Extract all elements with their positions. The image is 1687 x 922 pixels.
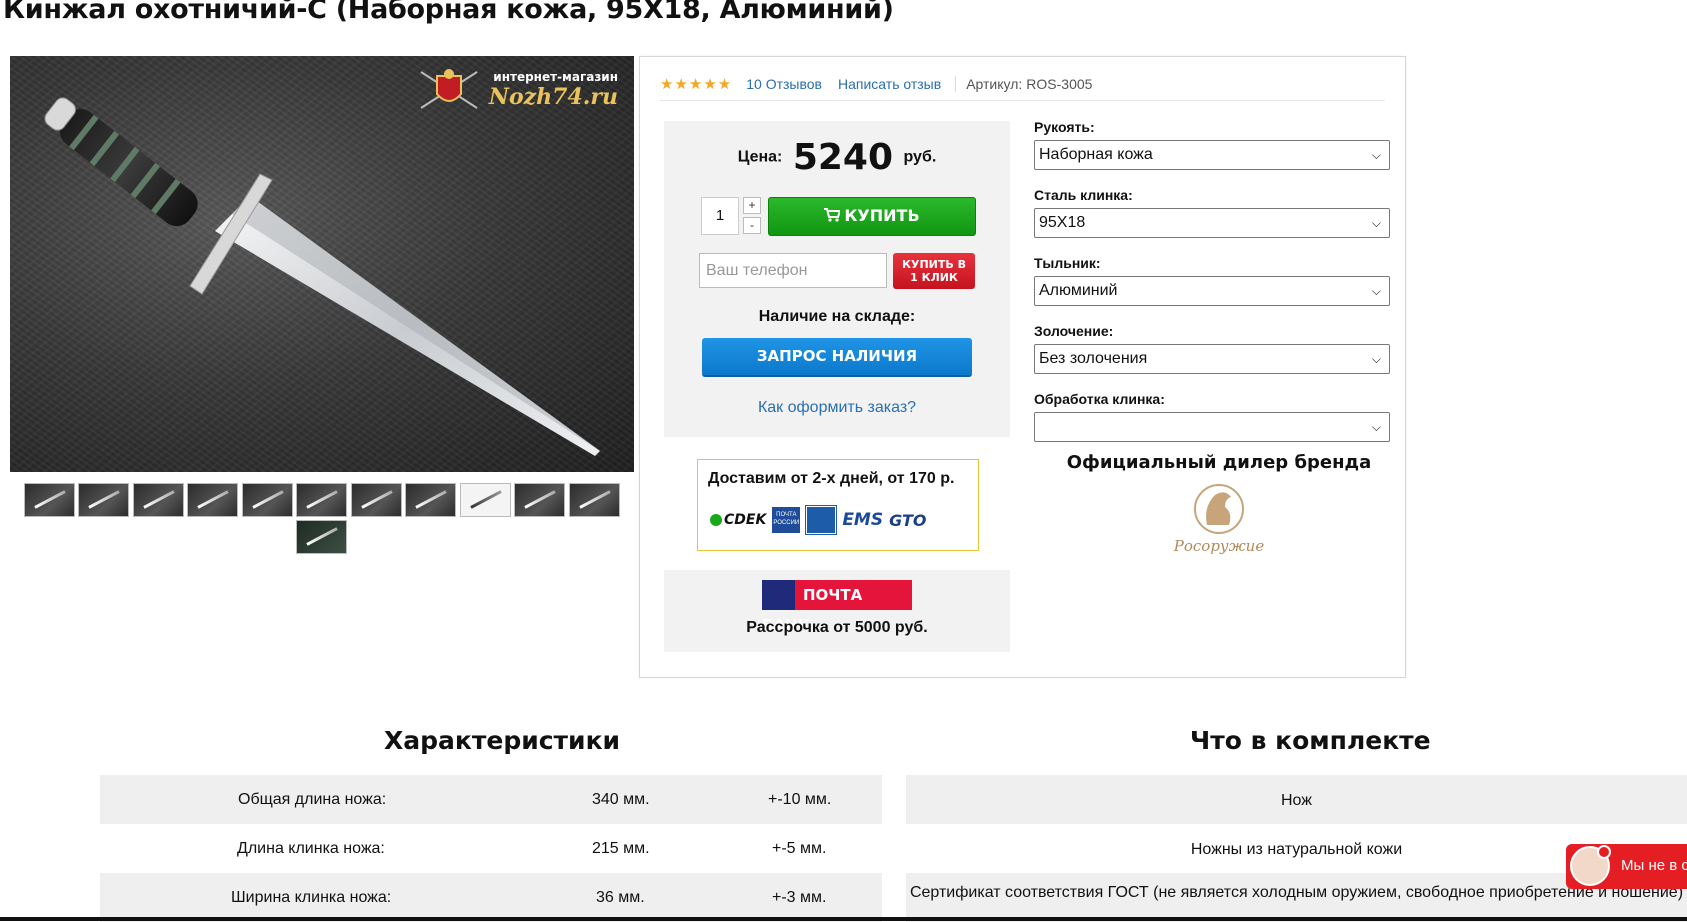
thumbnail[interactable] <box>351 483 402 517</box>
one-click-label-line2: 1 КЛИК <box>910 271 958 284</box>
dealer-title: Официальный дилер бренда <box>1066 452 1372 473</box>
thumbnail[interactable] <box>460 483 511 517</box>
table-row: Общая длина ножа: 340 мм. +-10 мм. <box>100 775 882 824</box>
delivery-box: Доставим от 2-х дней, от 170 р. CDEK ПОЧ… <box>697 459 979 551</box>
thumbnail[interactable] <box>78 483 129 517</box>
buy-button[interactable]: КУПИТЬ <box>768 197 976 236</box>
thumbnail[interactable] <box>296 520 347 554</box>
thumbnail[interactable] <box>569 483 620 517</box>
write-review-link[interactable]: Написать отзыв <box>838 76 941 92</box>
chevron-down-icon: ⌵ <box>1371 420 1381 434</box>
installment-text: Рассрочка от 5000 руб. <box>746 619 928 636</box>
option-label-gilding: Золочение: <box>1034 323 1114 339</box>
table-row: Длина клинка ножа: 215 мм. +-5 мм. <box>100 824 882 873</box>
brand-logo[interactable]: Росоружие <box>1159 477 1279 557</box>
thumbnail[interactable] <box>24 483 75 517</box>
gilding-select[interactable]: Без золочения ⌵ <box>1034 344 1390 374</box>
table-row: Нож <box>906 775 1687 824</box>
stock-label: Наличие на складе: <box>758 308 916 325</box>
quantity-input[interactable]: 1 <box>701 197 739 235</box>
price-label: Цена: <box>737 148 783 166</box>
operator-avatar <box>1570 845 1611 886</box>
product-main-image[interactable]: интернет-магазин Nozh74.ru <box>10 56 634 472</box>
bank-emblem-icon <box>762 580 795 610</box>
one-click-label-line1: КУПИТЬ В <box>902 258 966 271</box>
steel-select[interactable]: 95Х18 ⌵ <box>1034 208 1390 238</box>
specs-table: Общая длина ножа: 340 мм. +-10 мм. Длина… <box>100 775 882 922</box>
chevron-down-icon: ⌵ <box>1371 216 1381 230</box>
spec-name: Длина клинка ножа: <box>237 840 385 857</box>
chat-widget[interactable]: Мы не в с <box>1566 844 1687 889</box>
blade-finish-select[interactable]: ⌵ <box>1034 412 1390 442</box>
chevron-down-icon: ⌵ <box>1371 352 1381 366</box>
shield-emblem-icon <box>420 69 478 109</box>
thumbnail[interactable] <box>296 483 347 517</box>
option-label-pommel: Тыльник: <box>1034 255 1101 271</box>
carrier-logos: CDEK ПОЧТА РОССИИ EMS GTO <box>710 505 927 535</box>
phone-input[interactable]: Ваш телефон <box>699 253 887 288</box>
spec-tolerance: +-10 мм. <box>768 791 832 808</box>
pochta-bank-logo[interactable]: ПОЧТА БАНК <box>762 580 912 634</box>
divider <box>660 100 1385 101</box>
shop-logo: интернет-магазин Nozh74.ru <box>420 69 618 110</box>
cart-icon <box>824 208 842 222</box>
bottom-border <box>0 917 1687 921</box>
logo-name: Nozh74.ru <box>488 84 618 110</box>
sku-value: ROS-3005 <box>1026 76 1093 92</box>
gto-logo: GTO <box>889 510 927 530</box>
brand-name: Росоружие <box>1173 537 1265 555</box>
spec-tolerance: +-5 мм. <box>772 840 827 857</box>
thumbnail[interactable] <box>133 483 184 517</box>
request-availability-button[interactable]: ЗАПРОС НАЛИЧИЯ <box>702 338 972 375</box>
star-rating-icon: ★★★★★ <box>660 76 733 93</box>
price-row: Цена: 5240 руб. <box>664 137 1010 178</box>
spec-value: 340 мм. <box>592 791 650 808</box>
option-label-handle: Рукоять: <box>1034 119 1095 135</box>
specs-title: Характеристики <box>384 726 621 755</box>
cdek-logo: CDEK <box>710 512 766 528</box>
ems-logo: EMS <box>842 510 884 530</box>
chevron-down-icon: ⌵ <box>1371 284 1381 298</box>
installment-box: ПОЧТА БАНК Рассрочка от 5000 руб. <box>664 570 1010 652</box>
quantity-increment-button[interactable]: + <box>743 197 761 214</box>
price-currency: руб. <box>903 148 937 166</box>
buy-label: КУПИТЬ <box>844 206 920 225</box>
thumbnail[interactable] <box>405 483 456 517</box>
product-options: Рукоять: Наборная кожа ⌵ Сталь клинка: 95… <box>1034 119 1390 459</box>
price-value: 5240 <box>792 137 894 178</box>
chat-label: Мы не в с <box>1621 857 1687 874</box>
price-box: Цена: 5240 руб. 1 + - КУПИТЬ Ваш телефон… <box>664 121 1010 437</box>
chevron-down-icon: ⌵ <box>1371 148 1381 162</box>
kit-title: Что в комплекте <box>1190 726 1431 755</box>
rating-row: ★★★★★ 10 Отзывов Написать отзыв Артикул:… <box>660 73 1092 95</box>
page-title: Кинжал охотничий-С (Наборная кожа, 95Х18… <box>3 0 894 25</box>
product-card: ★★★★★ 10 Отзывов Написать отзыв Артикул:… <box>639 56 1406 678</box>
thumbnail[interactable] <box>242 483 293 517</box>
official-dealer: Официальный дилер бренда Росоружие <box>1034 452 1404 557</box>
spec-value: 36 мм. <box>596 889 645 906</box>
divider <box>955 76 957 92</box>
kit-item: Нож <box>1281 792 1312 809</box>
thumbnail[interactable] <box>514 483 565 517</box>
spec-name: Ширина клинка ножа: <box>231 889 392 906</box>
russian-post-logo: ПОЧТА РОССИИ <box>772 507 801 533</box>
handle-select[interactable]: Наборная кожа ⌵ <box>1034 140 1390 170</box>
spec-name: Общая длина ножа: <box>238 791 387 808</box>
spec-tolerance: +-3 мм. <box>772 889 827 906</box>
one-click-buy-button[interactable]: КУПИТЬ В 1 КЛИК <box>893 253 975 289</box>
option-label-blade-finish: Обработка клинка: <box>1034 391 1165 407</box>
dagger-illustration <box>44 97 600 456</box>
pommel-select[interactable]: Алюминий ⌵ <box>1034 276 1390 306</box>
eagle-emblem-icon <box>805 505 838 535</box>
delivery-title: Доставим от 2-х дней, от 170 р. <box>708 470 955 487</box>
reviews-link[interactable]: 10 Отзывов <box>746 76 822 92</box>
thumbnail[interactable] <box>187 483 238 517</box>
option-label-steel: Сталь клинка: <box>1034 187 1133 203</box>
logo-subtitle: интернет-магазин <box>493 70 618 84</box>
how-to-order-link[interactable]: Как оформить заказ? <box>664 399 1010 417</box>
quantity-decrement-button[interactable]: - <box>743 217 761 234</box>
spec-value: 215 мм. <box>592 840 650 857</box>
table-row: Ширина клинка ножа: 36 мм. +-3 мм. <box>100 873 882 922</box>
sku-label: Артикул: <box>966 76 1023 92</box>
